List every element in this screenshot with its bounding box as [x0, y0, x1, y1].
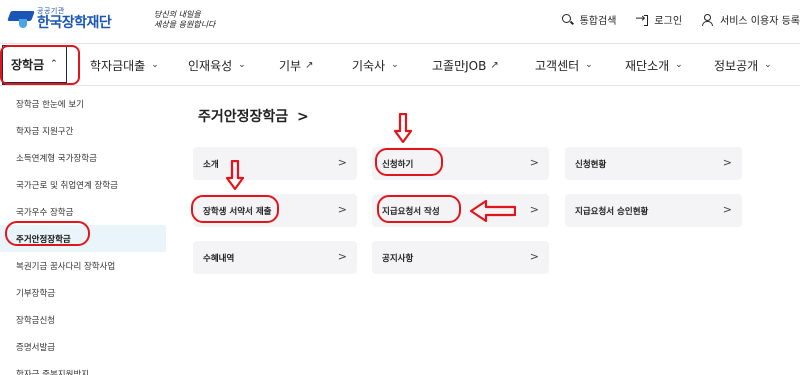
nav-label: 기숙사 — [352, 58, 386, 73]
util-label: 로그인 — [654, 16, 683, 27]
main-nav: 장학금 ⌃ 학자금대출 ⌄ 인재육성 ⌄ 기부 ↗ 기숙사 ⌄ 고졸만JOB ↗… — [0, 43, 800, 86]
slogan-line-1: 당신의 내일을 — [154, 10, 201, 19]
chevron-right-icon: > — [722, 156, 732, 169]
user-add-icon — [702, 13, 714, 26]
chevron-right-icon: > — [297, 109, 309, 125]
highlight-apply — [375, 148, 443, 176]
nav-item-about[interactable]: 재단소개 ⌄ — [625, 44, 683, 86]
slogan-line-2: 세상을 응원합니다 — [154, 20, 216, 29]
card-label: 공지사항 — [382, 253, 414, 264]
top-bar: 공공기관 한국장학재단 당신의 내일을 세상을 응원합니다 통합검색 로그인 서… — [0, 0, 800, 40]
logo[interactable]: 공공기관 한국장학재단 — [7, 6, 112, 32]
sidebar-item-support-bracket[interactable]: 학자금 지원구간 — [0, 117, 166, 144]
sidebar-item-lottery-ladder[interactable]: 복권기금 꿈사다리 장학사업 — [0, 252, 166, 279]
integrated-search-link[interactable]: 통합검색 — [561, 12, 617, 27]
nav-item-customer-center[interactable]: 고객센터 ⌄ — [535, 44, 593, 86]
chevron-down-icon: ⌄ — [151, 60, 159, 70]
chevron-right-icon: > — [337, 250, 347, 263]
nav-item-donation[interactable]: 기부 ↗ — [279, 44, 313, 86]
arrow-down-icon — [226, 160, 244, 190]
page-title-text: 주거안정장학금 — [198, 109, 289, 125]
sidebar-item-certificate[interactable]: 증명서발급 — [0, 333, 166, 360]
sidebar-item-work-study[interactable]: 국가근로 및 취업연계 장학금 — [0, 171, 166, 198]
card-benefit-history[interactable]: 수혜내역 > — [193, 241, 357, 274]
logo-small-text: 공공기관 — [37, 7, 65, 15]
card-payment-approval-status[interactable]: 지급요청서 승인현황 > — [565, 194, 742, 227]
chevron-down-icon: ⌄ — [764, 60, 772, 70]
chevron-right-icon: > — [529, 156, 539, 169]
chevron-down-icon: ⌄ — [675, 60, 683, 70]
nav-item-job[interactable]: 고졸만JOB ↗ — [432, 44, 499, 86]
card-notices[interactable]: 공지사항 > — [372, 241, 549, 274]
highlight-payment-request — [377, 195, 461, 223]
chevron-down-icon: ⌄ — [238, 60, 246, 70]
highlight-nav-scholarship — [0, 45, 80, 85]
card-label: 지급요청서 승인현황 — [575, 206, 649, 217]
search-icon — [561, 13, 574, 26]
sidebar-item-apply[interactable]: 장학금신청 — [0, 306, 166, 333]
nav-label: 고객센터 — [535, 58, 580, 73]
card-label: 신청현황 — [575, 159, 607, 170]
nav-item-student-loan[interactable]: 학자금대출 ⌄ — [90, 44, 159, 86]
chevron-right-icon: > — [337, 156, 347, 169]
nav-item-talent[interactable]: 인재육성 ⌄ — [188, 44, 246, 86]
chevron-right-icon: > — [722, 203, 732, 216]
highlight-pledge-submit — [191, 195, 279, 223]
chevron-right-icon: > — [337, 203, 347, 216]
nav-label: 학자금대출 — [90, 58, 146, 73]
nav-label: 기부 — [279, 58, 302, 73]
card-apply-status[interactable]: 신청현황 > — [565, 147, 742, 180]
external-link-icon: ↗ — [305, 59, 314, 71]
util-label: 통합검색 — [579, 16, 617, 27]
chevron-right-icon: > — [529, 203, 539, 216]
nav-label: 고졸만JOB — [432, 58, 487, 73]
nav-label: 인재육성 — [188, 58, 233, 73]
sidebar-item-duplicate-prevention[interactable]: 학자금 중복지원방지 — [0, 360, 166, 375]
service-user-register-link[interactable]: 서비스 이용자 등록 — [702, 12, 800, 27]
chevron-right-icon: > — [529, 250, 539, 263]
sidebar-item-donation-scholarship[interactable]: 기부장학금 — [0, 279, 166, 306]
arrow-left-icon — [470, 200, 516, 222]
slogan: 당신의 내일을 세상을 응원합니다 — [154, 10, 244, 30]
logo-name: 한국장학재단 — [37, 15, 112, 31]
login-icon — [635, 11, 649, 26]
arrow-down-icon — [394, 113, 412, 143]
chevron-down-icon: ⌄ — [391, 60, 399, 70]
external-link-icon: ↗ — [490, 59, 499, 71]
sidebar-item-income-linked[interactable]: 소득연계형 국가장학금 — [0, 144, 166, 171]
nav-label: 재단소개 — [625, 58, 670, 73]
login-link[interactable]: 로그인 — [635, 11, 683, 28]
util-label: 서비스 이용자 등록 — [720, 16, 800, 27]
nav-item-disclosure[interactable]: 정보공개 ⌄ — [714, 44, 772, 86]
graduation-cap-icon — [7, 6, 35, 32]
card-label: 소개 — [203, 159, 219, 170]
page-title[interactable]: 주거안정장학금 > — [198, 106, 309, 126]
chevron-down-icon: ⌄ — [585, 60, 593, 70]
nav-label: 정보공개 — [714, 58, 759, 73]
card-intro[interactable]: 소개 > — [193, 147, 357, 180]
sidebar-item-overview[interactable]: 장학금 한눈에 보기 — [0, 90, 166, 117]
nav-item-dormitory[interactable]: 기숙사 ⌄ — [352, 44, 399, 86]
utility-links: 통합검색 로그인 서비스 이용자 등록 — [542, 11, 800, 28]
card-label: 수혜내역 — [203, 253, 235, 264]
highlight-sidebar-housing — [5, 221, 90, 246]
